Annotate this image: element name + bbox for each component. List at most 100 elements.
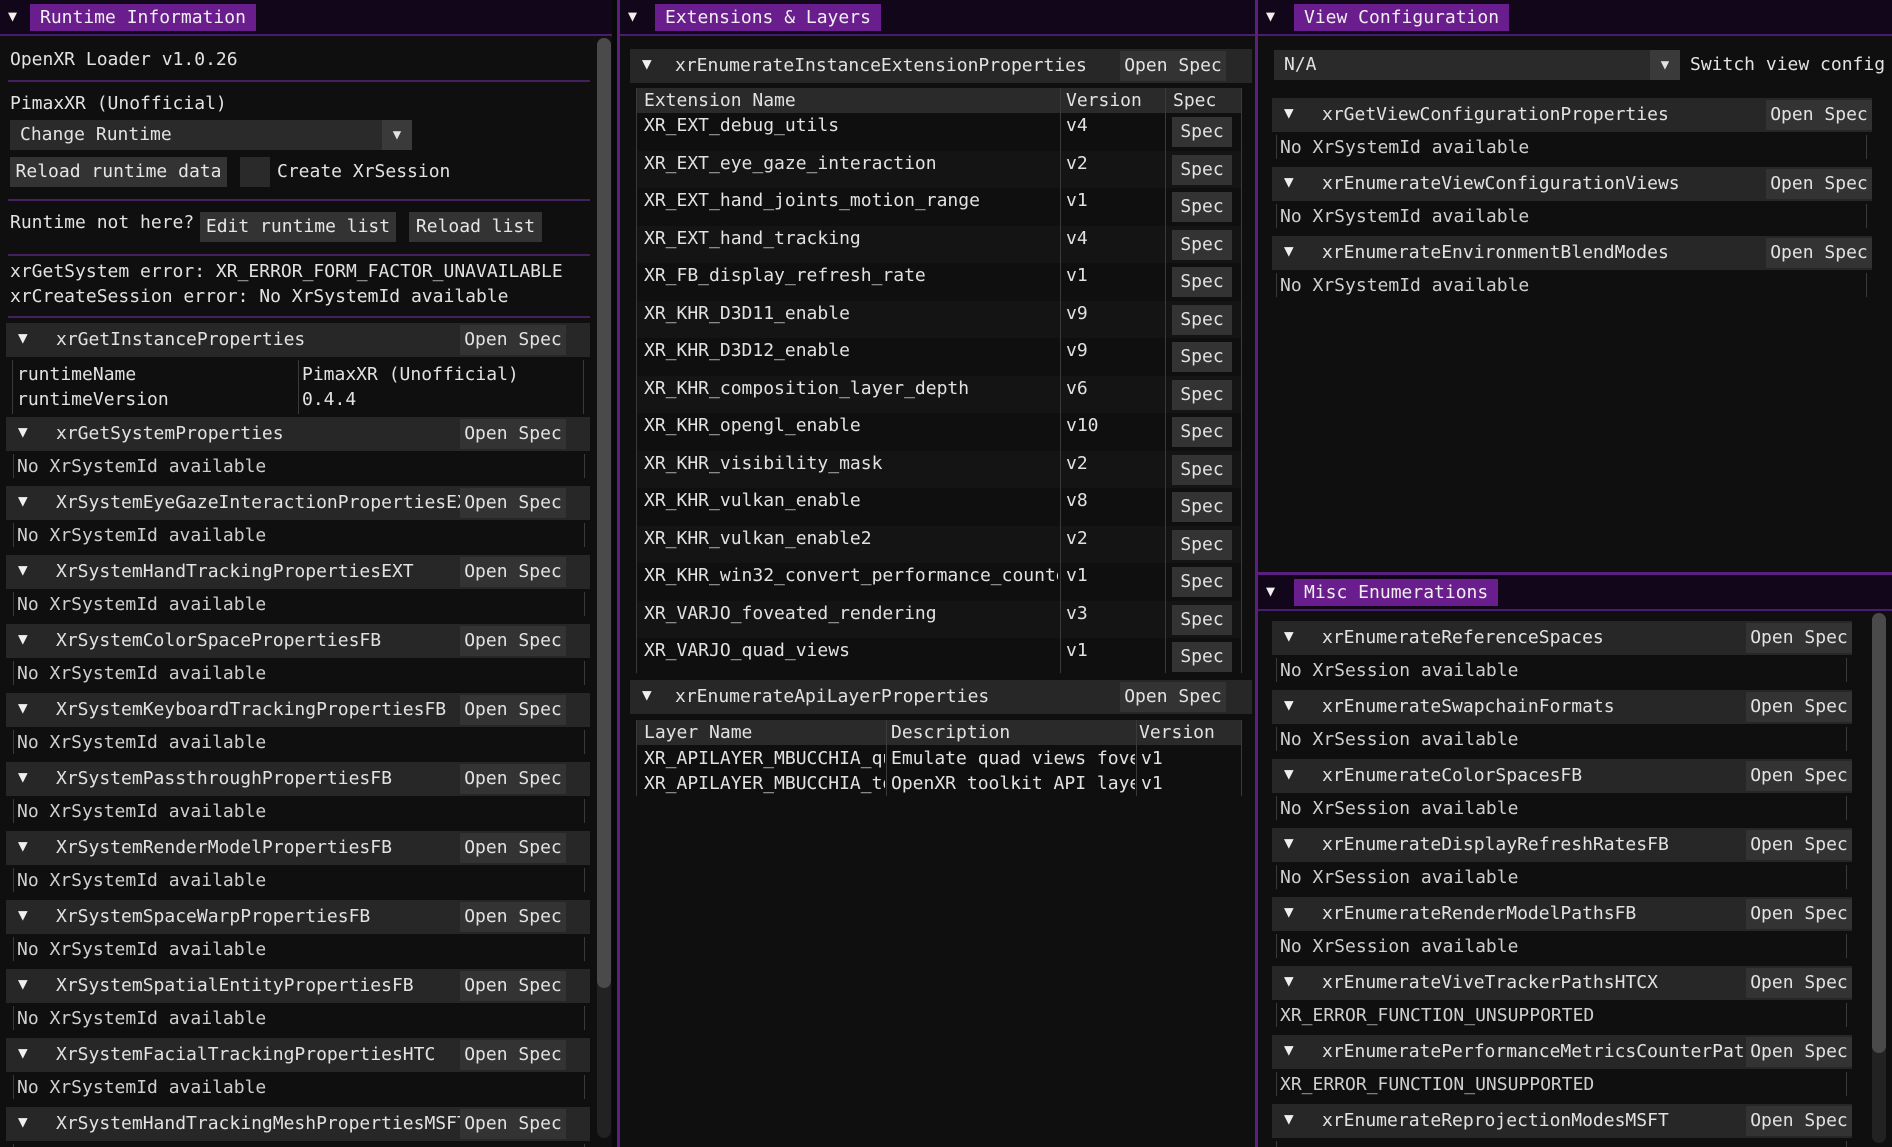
misc-scrollbar[interactable] [1872,613,1886,1143]
open-spec-button[interactable]: Open Spec [460,557,566,587]
edit-runtime-list-button[interactable]: Edit runtime list [200,212,396,242]
open-spec-button[interactable]: Open Spec [1766,100,1872,130]
section-header[interactable]: ▼ xrGetViewConfigurationProperties Open Sp… [1272,98,1872,132]
section-header[interactable]: ▼ xrGetSystemProperties Open Spec [6,417,590,451]
spec-button[interactable]: Spec [1172,417,1232,447]
table-border [1241,720,1242,796]
extension-properties-header[interactable]: ▼ xrEnumerateInstanceExtensionProperties… [630,49,1252,83]
open-spec-button[interactable]: Open Spec [1766,169,1872,199]
spec-button[interactable]: Spec [1172,454,1232,485]
view-config-combo[interactable]: N/A ▼ [1274,50,1680,80]
runtime-scrollbar[interactable] [597,38,611,1138]
scrollbar-thumb[interactable] [597,38,611,988]
open-spec-button[interactable]: Open Spec [460,902,566,932]
view-window-titlebar[interactable]: ▼ View Configuration [1258,0,1892,36]
section-body-text: No XrSystemId available [17,456,267,477]
table-border [13,592,14,616]
collapse-triangle-icon[interactable]: ▼ [628,8,644,24]
section-body-text: No XrSession available [1280,867,1519,888]
instance-value-runtime-name: PimaxXR (Unofficial) [302,364,519,385]
spec-button[interactable]: Spec [1172,304,1232,335]
section-header[interactable]: ▼ XrSystemSpatialEntityPropertiesFB Open S… [6,969,590,1003]
open-spec-button[interactable]: Open Spec [460,325,566,355]
spec-button[interactable]: Spec [1172,267,1232,297]
reload-list-button[interactable]: Reload list [409,212,542,242]
misc-window-titlebar[interactable]: ▼ Misc Enumerations [1258,575,1892,611]
col-extension-name: Extension Name [644,90,796,111]
section-header[interactable]: ▼ xrEnumerateDisplayRefreshRatesFB Open Sp… [1272,828,1852,862]
instance-properties-header[interactable]: ▼ xrGetInstanceProperties Open Spec [6,323,590,357]
open-spec-button[interactable]: Open Spec [1746,692,1852,722]
open-spec-button[interactable]: Open Spec [1120,51,1226,81]
scrollbar-thumb[interactable] [1872,613,1886,1053]
open-spec-button[interactable]: Open Spec [1746,968,1852,998]
spec-button[interactable]: Spec [1172,604,1232,635]
spec-button[interactable]: Spec [1172,117,1232,147]
reload-runtime-data-button[interactable]: Reload runtime data [10,157,227,187]
section-header[interactable]: ▼ XrSystemHandTrackingMeshPropertiesMSFT O… [6,1107,590,1141]
open-spec-button[interactable]: Open Spec [1746,761,1852,791]
section-header[interactable]: ▼ xrEnumeratePerformanceMetricsCounterPat… [1272,1035,1852,1069]
section-header[interactable]: ▼ xrEnumerateEnvironmentBlendModes Open Sp… [1272,236,1872,270]
open-spec-button[interactable]: Open Spec [1766,238,1872,268]
expanded-triangle-icon: ▼ [1284,1040,1294,1059]
section-header[interactable]: ▼ XrSystemFacialTrackingPropertiesHTC Open… [6,1038,590,1072]
collapse-triangle-icon[interactable]: ▼ [1266,583,1282,599]
change-runtime-combo[interactable]: Change Runtime ▼ [10,120,412,150]
section-header[interactable]: ▼ XrSystemPassthroughPropertiesFB Open Spe… [6,762,590,796]
section-header[interactable]: ▼ XrSystemSpaceWarpPropertiesFB Open Spec [6,900,590,934]
spec-button[interactable]: Spec [1172,567,1232,597]
open-spec-button[interactable]: Open Spec [1746,1106,1852,1136]
section-header[interactable]: ▼ XrSystemHandTrackingPropertiesEXT Open S… [6,555,590,589]
collapse-triangle-icon[interactable]: ▼ [8,8,24,24]
open-spec-button[interactable]: Open Spec [1120,682,1226,712]
open-spec-button[interactable]: Open Spec [460,419,566,449]
section-header[interactable]: ▼ XrSystemKeyboardTrackingPropertiesFB Ope… [6,693,590,727]
section-header[interactable]: ▼ xrEnumerateViewConfigurationViews Open S… [1272,167,1872,201]
open-spec-button[interactable]: Open Spec [1746,623,1852,653]
section-header[interactable]: ▼ xrEnumerateReprojectionModesMSFT Open Sp… [1272,1104,1852,1138]
section-header[interactable]: ▼ xrEnumerateSwapchainFormats Open Spec [1272,690,1852,724]
open-spec-button[interactable]: Open Spec [460,1109,566,1139]
open-spec-button[interactable]: Open Spec [460,488,566,518]
layer-name: XR_APILAYER_MBUCCHIA_qu [644,748,885,769]
chevron-down-icon: ▼ [1650,50,1680,80]
section-header[interactable]: ▼ XrSystemColorSpacePropertiesFB Open Spec [6,624,590,658]
section-header[interactable]: ▼ XrSystemEyeGazeInteractionPropertiesEXT… [6,486,590,520]
table-border [13,730,14,754]
open-spec-button[interactable]: Open Spec [1746,1037,1852,1067]
section-header[interactable]: ▼ xrEnumerateReferenceSpaces Open Spec [1272,621,1852,655]
section-header[interactable]: ▼ xrEnumerateViveTrackerPathsHTCX Open Spe… [1272,966,1852,1000]
section-header[interactable]: ▼ xrEnumerateRenderModelPathsFB Open Spec [1272,897,1852,931]
runtime-window-titlebar[interactable]: ▼ Runtime Information [0,0,612,36]
open-spec-button[interactable]: Open Spec [1746,899,1852,929]
open-spec-button[interactable]: Open Spec [460,764,566,794]
open-spec-button[interactable]: Open Spec [460,1040,566,1070]
spec-button[interactable]: Spec [1172,154,1232,185]
spec-button[interactable]: Spec [1172,492,1232,522]
create-session-checkbox[interactable] [240,157,270,187]
open-spec-button[interactable]: Open Spec [460,695,566,725]
open-spec-button[interactable]: Open Spec [460,833,566,863]
open-spec-button[interactable]: Open Spec [460,971,566,1001]
api-layer-properties-header[interactable]: ▼ xrEnumerateApiLayerProperties Open Spe… [630,680,1252,714]
api-layer-properties-title: xrEnumerateApiLayerProperties [675,686,990,707]
get-system-error: xrGetSystem error: XR_ERROR_FORM_FACTOR_… [10,261,563,282]
spec-button[interactable]: Spec [1172,342,1232,372]
spec-button[interactable]: Spec [1172,229,1232,260]
spec-button[interactable]: Spec [1172,642,1232,672]
section-header[interactable]: ▼ xrEnumerateColorSpacesFB Open Spec [1272,759,1852,793]
section-body-text: XR_ERROR_FUNCTION_UNSUPPORTED [1280,1005,1595,1026]
extensions-window-titlebar[interactable]: ▼ Extensions & Layers [620,0,1255,36]
collapse-triangle-icon[interactable]: ▼ [1266,8,1282,24]
open-spec-button[interactable]: Open Spec [460,626,566,656]
spec-button[interactable]: Spec [1172,529,1232,560]
separator [8,199,590,201]
create-session-error: xrCreateSession error: No XrSystemId ava… [10,286,509,307]
spec-button[interactable]: Spec [1172,192,1232,222]
open-spec-button[interactable]: Open Spec [1746,830,1852,860]
spec-button[interactable]: Spec [1172,379,1232,410]
table-border [1846,658,1847,682]
extension-version: v9 [1066,340,1088,361]
section-header[interactable]: ▼ XrSystemRenderModelPropertiesFB Open Spe… [6,831,590,865]
